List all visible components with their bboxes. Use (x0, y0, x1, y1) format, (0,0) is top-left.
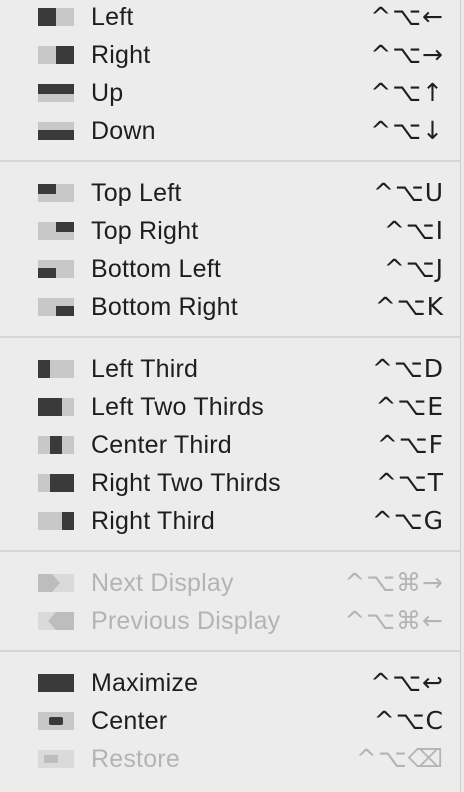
menu-item-shortcut: ^⌥K (374, 292, 444, 321)
previous-display-icon (38, 612, 74, 630)
menu-item-shortcut: ^⌥↑ (370, 78, 444, 107)
menu-item-restore[interactable]: Restore ^⌥⌫ (0, 740, 460, 778)
menu-item-center[interactable]: Center ^⌥C (0, 702, 460, 740)
menu-item-shortcut: ^⌥D (371, 354, 444, 383)
left-third-icon (38, 360, 74, 378)
menu-item-shortcut: ^⌥C (373, 706, 444, 735)
menu-item-label: Left Two Thirds (91, 393, 264, 421)
menu-item-right-two-thirds[interactable]: Right Two Thirds ^⌥T (0, 464, 460, 502)
menu-item-label: Bottom Left (91, 255, 222, 283)
right-third-icon (38, 512, 74, 530)
menu-item-shortcut: ^⌥→ (370, 40, 444, 69)
right-two-thirds-icon (38, 474, 74, 492)
menu-item-shortcut: ^⌥E (375, 392, 444, 421)
center-third-icon (38, 436, 74, 454)
menu-item-top-left[interactable]: Top Left ^⌥U (0, 174, 460, 212)
menu-item-next-display[interactable]: Next Display ^⌥⌘→ (0, 564, 460, 602)
menu-item-center-third[interactable]: Center Third ^⌥F (0, 426, 460, 464)
menu-item-shortcut: ^⌥U (372, 178, 444, 207)
top-left-quarter-icon (38, 184, 74, 202)
menu-item-right-third[interactable]: Right Third ^⌥G (0, 502, 460, 540)
menu-item-label: Top Left (91, 179, 182, 207)
menu-item-label: Right Two Thirds (91, 469, 281, 497)
menu-item-top-right[interactable]: Top Right ^⌥I (0, 212, 460, 250)
menu-item-shortcut: ^⌥J (383, 254, 444, 283)
left-two-thirds-icon (38, 398, 74, 416)
menu-item-label: Restore (91, 745, 180, 773)
restore-icon (38, 750, 74, 768)
left-half-icon (38, 8, 74, 26)
menu-item-shortcut: ^⌥G (371, 506, 444, 535)
menu-separator (0, 550, 460, 552)
menu-item-shortcut: ^⌥← (370, 2, 444, 31)
top-half-icon (38, 84, 74, 102)
menu-item-label: Center (91, 707, 168, 735)
next-display-icon (38, 574, 74, 592)
menu-separator (0, 160, 460, 162)
menu-item-label: Bottom Right (91, 293, 238, 321)
menu-item-label: Previous Display (91, 607, 281, 635)
top-right-quarter-icon (38, 222, 74, 240)
menu-item-label: Down (91, 117, 156, 145)
menu-item-label: Left Third (91, 355, 199, 383)
menu-item-previous-display[interactable]: Previous Display ^⌥⌘← (0, 602, 460, 640)
menu-item-down[interactable]: Down ^⌥↓ (0, 112, 460, 150)
window-layout-menu: Left ^⌥← Right ^⌥→ Up ^⌥↑ Down ^⌥↓ Top L… (0, 0, 461, 792)
menu-item-shortcut: ^⌥⌘← (344, 606, 444, 635)
menu-item-left[interactable]: Left ^⌥← (0, 0, 460, 36)
menu-item-label: Maximize (91, 669, 199, 697)
menu-item-label: Center Third (91, 431, 232, 459)
menu-separator (0, 650, 460, 652)
menu-item-label: Top Right (91, 217, 199, 245)
menu-item-label: Next Display (91, 569, 234, 597)
right-half-icon (38, 46, 74, 64)
menu-item-shortcut: ^⌥↩ (370, 668, 444, 697)
menu-item-label: Left (91, 3, 134, 31)
center-icon (38, 712, 74, 730)
menu-item-shortcut: ^⌥⌘→ (344, 568, 444, 597)
bottom-left-quarter-icon (38, 260, 74, 278)
bottom-half-icon (38, 122, 74, 140)
menu-item-shortcut: ^⌥⌫ (355, 744, 444, 773)
bottom-right-quarter-icon (38, 298, 74, 316)
menu-item-label: Right (91, 41, 151, 69)
menu-item-shortcut: ^⌥T (375, 468, 444, 497)
menu-item-left-two-thirds[interactable]: Left Two Thirds ^⌥E (0, 388, 460, 426)
menu-item-bottom-right[interactable]: Bottom Right ^⌥K (0, 288, 460, 326)
menu-item-label: Up (91, 79, 124, 107)
menu-item-left-third[interactable]: Left Third ^⌥D (0, 350, 460, 388)
menu-item-shortcut: ^⌥I (383, 216, 444, 245)
menu-item-up[interactable]: Up ^⌥↑ (0, 74, 460, 112)
menu-item-shortcut: ^⌥↓ (370, 116, 444, 145)
menu-separator (0, 336, 460, 338)
maximize-icon (38, 674, 74, 692)
menu-item-shortcut: ^⌥F (376, 430, 444, 459)
menu-item-bottom-left[interactable]: Bottom Left ^⌥J (0, 250, 460, 288)
menu-item-maximize[interactable]: Maximize ^⌥↩ (0, 664, 460, 702)
menu-item-right[interactable]: Right ^⌥→ (0, 36, 460, 74)
menu-item-label: Right Third (91, 507, 216, 535)
